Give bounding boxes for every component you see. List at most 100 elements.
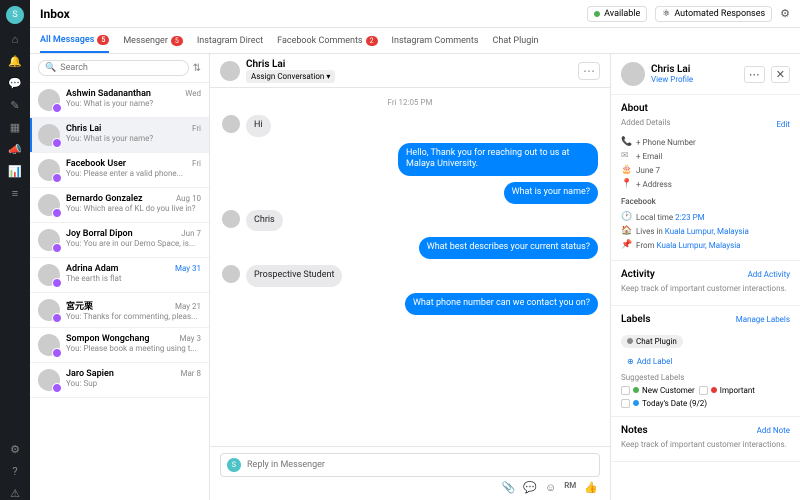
detail-icon: 📌 [621, 240, 631, 250]
conversation-name: Joy Borral Dipon [66, 229, 133, 239]
view-profile-link[interactable]: View Profile [651, 75, 693, 84]
label-chip[interactable]: Chat Plugin [621, 335, 683, 348]
conversation-item[interactable]: Ashwin Sadananthan Wed You: What is your… [30, 83, 209, 118]
conversation-name: Ashwin Sadananthan [66, 89, 151, 99]
conversation-item[interactable]: 宮元栗 May 21 You: Thanks for commenting, p… [30, 293, 209, 328]
add-activity-link[interactable]: Add Activity [748, 270, 790, 279]
conversation-name: 宮元栗 [66, 299, 93, 312]
suggested-label[interactable]: New Customer [621, 386, 695, 395]
close-icon[interactable]: ✕ [771, 66, 790, 83]
gear-icon[interactable]: ⚙ [780, 7, 790, 20]
channel-tab[interactable]: All Messages5 [40, 29, 109, 53]
search-input[interactable]: 🔍 [38, 60, 189, 76]
channel-tab[interactable]: Instagram Comments [392, 30, 479, 52]
conversation-item[interactable]: Sompon Wongchang May 3 You: Please book … [30, 328, 209, 363]
detail-row[interactable]: ✉+ Email [621, 149, 790, 163]
channel-tab[interactable]: Facebook Comments2 [277, 30, 377, 52]
detail-row[interactable]: 🎂June 7 [621, 163, 790, 177]
inbox-icon[interactable]: 💬 [8, 76, 22, 90]
conversation-preview: You: Thanks for commenting, pleas... [66, 312, 201, 321]
filter-icon[interactable]: ⇅ [193, 63, 201, 74]
rm-button[interactable]: RM [564, 481, 576, 494]
saved-reply-icon[interactable]: 💬 [523, 481, 537, 494]
conversation-name: Chris Lai [66, 124, 101, 134]
avatar [38, 194, 60, 216]
search-icon: 🔍 [45, 63, 56, 73]
more-icon[interactable]: ⋯ [578, 62, 600, 80]
chevron-down-icon: ▾ [326, 72, 330, 81]
channel-badge-icon [52, 208, 62, 218]
workspace-avatar[interactable]: S [6, 6, 24, 24]
help-icon[interactable]: ? [8, 464, 22, 478]
add-note-link[interactable]: Add Note [757, 426, 790, 435]
checkbox[interactable] [699, 386, 708, 395]
automated-responses-button[interactable]: ⚛ Automated Responses [655, 6, 772, 22]
channel-tab[interactable]: Instagram Direct [197, 30, 263, 52]
robot-icon: ⚛ [662, 9, 670, 19]
conversation-item[interactable]: Adrina Adam May 31 The earth is flat [30, 258, 209, 293]
message-bubble: Chris [246, 210, 283, 232]
avatar [38, 334, 60, 356]
add-label-button[interactable]: ⊕Add Label [621, 355, 678, 368]
conversation-item[interactable]: Facebook User Fri You: Please enter a va… [30, 153, 209, 188]
settings-icon[interactable]: ⚙ [8, 442, 22, 456]
avatar [38, 229, 60, 251]
like-icon[interactable]: 👍 [584, 481, 598, 494]
insights-icon[interactable]: 📊 [8, 164, 22, 178]
alert-icon[interactable]: ⚠ [8, 486, 22, 500]
avatar [38, 159, 60, 181]
conversation-name: Sompon Wongchang [66, 334, 150, 344]
message-row: What is your name? [222, 182, 598, 204]
conversation-preview: The earth is flat [66, 274, 201, 283]
message-row: What phone number can we contact you on? [222, 293, 598, 315]
conversation-preview: You: Please book a meeting using t... [66, 344, 201, 353]
assign-conversation-button[interactable]: Assign Conversation▾ [246, 70, 335, 83]
chat-avatar[interactable] [220, 61, 240, 81]
conversation-preview: You: You are in our Demo Space, is... [66, 239, 201, 248]
emoji-icon[interactable]: ☺ [545, 481, 556, 494]
ads-icon[interactable]: 📣 [8, 142, 22, 156]
home-icon[interactable]: ⌂ [8, 32, 22, 46]
suggested-label[interactable]: Today's Date (9/2) [621, 399, 707, 408]
detail-icon: 📍 [621, 179, 631, 189]
menu-icon[interactable]: ≡ [8, 186, 22, 200]
avatar [38, 124, 60, 146]
detail-row[interactable]: 📍+ Address [621, 177, 790, 191]
conversation-preview: You: What is your name? [66, 99, 201, 108]
conversation-name: Adrina Adam [66, 264, 118, 274]
availability-toggle[interactable]: Available [587, 6, 647, 22]
conversation-item[interactable]: Joy Borral Dipon Jun 7 You: You are in o… [30, 223, 209, 258]
message-row: What best describes your current status? [222, 237, 598, 259]
conversation-preview: You: What is your name? [66, 134, 201, 143]
composer-input[interactable]: S [220, 453, 600, 477]
conversation-time: May 21 [175, 302, 201, 311]
composer-avatar: S [227, 458, 241, 472]
conversation-item[interactable]: Chris Lai Fri You: What is your name? [30, 118, 209, 153]
calendar-icon[interactable]: ▦ [8, 120, 22, 134]
page-title: Inbox [40, 7, 70, 21]
detail-icon: 🏠 [621, 226, 631, 236]
bell-icon[interactable]: 🔔 [8, 54, 22, 68]
conversation-time: Aug 10 [176, 194, 201, 203]
profile-more-icon[interactable]: ⋯ [744, 66, 765, 83]
conversation-item[interactable]: Jaro Sapien Mar 8 You: Sup [30, 363, 209, 398]
message-row: Hello, Thank you for reaching out to us … [222, 143, 598, 176]
manage-labels-link[interactable]: Manage Labels [736, 315, 790, 324]
conversation-preview: You: Please enter a valid phone... [66, 169, 201, 178]
profile-name: Chris Lai [651, 64, 693, 75]
checkbox[interactable] [621, 399, 630, 408]
channel-tab[interactable]: Messenger5 [123, 30, 182, 52]
post-icon[interactable]: ✎ [8, 98, 22, 112]
about-title: About [621, 103, 790, 114]
profile-avatar[interactable] [621, 62, 645, 86]
edit-details-link[interactable]: Edit [776, 120, 790, 129]
detail-row[interactable]: 📞+ Phone Number [621, 135, 790, 149]
attachment-icon[interactable]: 📎 [502, 481, 516, 494]
avatar [38, 299, 60, 321]
suggested-label[interactable]: Important [699, 386, 755, 395]
message-avatar [222, 265, 240, 283]
checkbox[interactable] [621, 386, 630, 395]
channel-tab[interactable]: Chat Plugin [493, 30, 539, 52]
channel-badge-icon [52, 103, 62, 113]
conversation-item[interactable]: Bernardo Gonzalez Aug 10 You: Which area… [30, 188, 209, 223]
